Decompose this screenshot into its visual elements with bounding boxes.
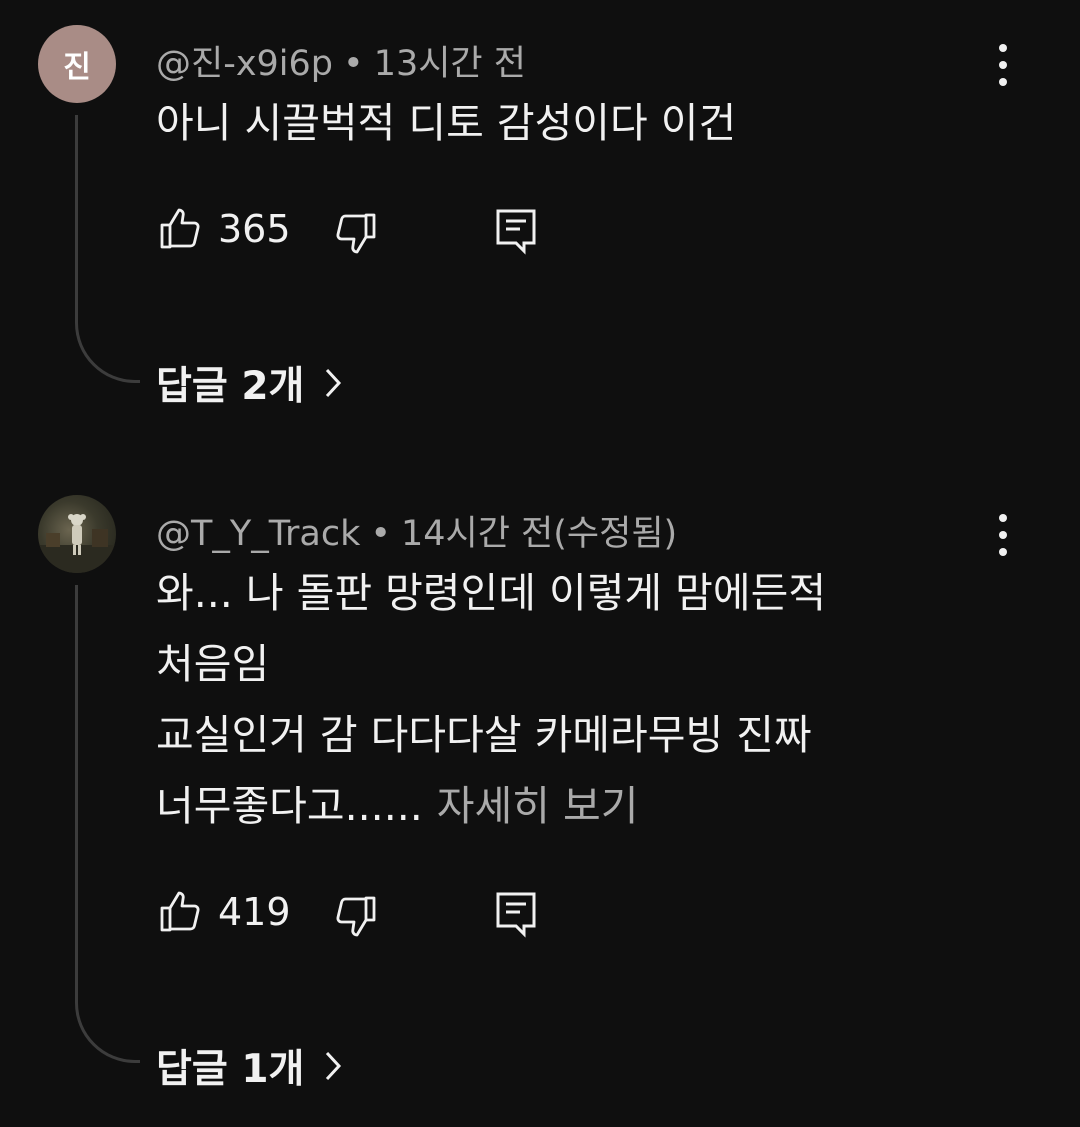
- thumbs-up-icon[interactable]: [156, 205, 204, 253]
- avatar-letter: 진: [63, 50, 91, 85]
- author-name[interactable]: @T_Y_Track: [156, 514, 360, 554]
- thumbs-down-icon[interactable]: [332, 892, 380, 940]
- replies-button[interactable]: 답글 2개: [156, 355, 342, 411]
- avatar-image: [38, 514, 116, 573]
- thumbs-down-icon[interactable]: [332, 209, 380, 257]
- comment-text: 와... 나 돌판 망령인데 이렇게 맘에든적 처음임 교실인거 감 다다다살 …: [156, 558, 936, 842]
- replies-label: 답글 2개: [156, 364, 305, 409]
- comment-line: 와... 나 돌판 망령인데 이렇게 맘에든적: [156, 569, 827, 617]
- meta-separator: •: [343, 44, 364, 84]
- more-vert-icon[interactable]: [985, 510, 1021, 560]
- avatar[interactable]: 진: [38, 25, 116, 103]
- comment-icon[interactable]: [494, 890, 538, 938]
- comment-time: 14시간 전(수정됨): [401, 514, 678, 554]
- read-more-link[interactable]: 자세히 보기: [437, 782, 639, 830]
- comment-line: 아니 시끌벅적 디토 감성이다 이건: [156, 99, 737, 147]
- thread-line: [75, 115, 140, 383]
- thumbs-up-icon[interactable]: [156, 888, 204, 936]
- comment-meta: @진-x9i6p • 13시간 전: [156, 35, 526, 86]
- comment-icon[interactable]: [494, 207, 538, 255]
- meta-separator: •: [370, 514, 391, 554]
- comment-text: 아니 시끌벅적 디토 감성이다 이건: [156, 88, 936, 159]
- replies-button[interactable]: 답글 1개: [156, 1038, 342, 1094]
- comment-line-text: 너무좋다고......: [156, 782, 423, 830]
- avatar[interactable]: [38, 495, 116, 573]
- like-count: 365: [218, 207, 291, 251]
- comment-meta: @T_Y_Track • 14시간 전(수정됨): [156, 505, 677, 556]
- replies-label: 답글 1개: [156, 1047, 305, 1092]
- chevron-right-icon: [326, 1051, 342, 1081]
- comment-line: 교실인거 감 다다다살 카메라무빙 진짜: [156, 711, 812, 759]
- comment-actions: 365: [156, 205, 556, 255]
- comment-line: 처음임: [156, 640, 270, 688]
- like-count: 419: [218, 890, 291, 934]
- author-name[interactable]: @진-x9i6p: [156, 44, 333, 84]
- thread-line: [75, 585, 140, 1063]
- comment-actions: 419: [156, 888, 556, 938]
- comment-line-last: 너무좋다고...... 자세히 보기: [156, 771, 936, 842]
- more-vert-icon[interactable]: [985, 40, 1021, 90]
- comment-time: 13시간 전: [373, 44, 526, 84]
- chevron-right-icon: [326, 368, 342, 398]
